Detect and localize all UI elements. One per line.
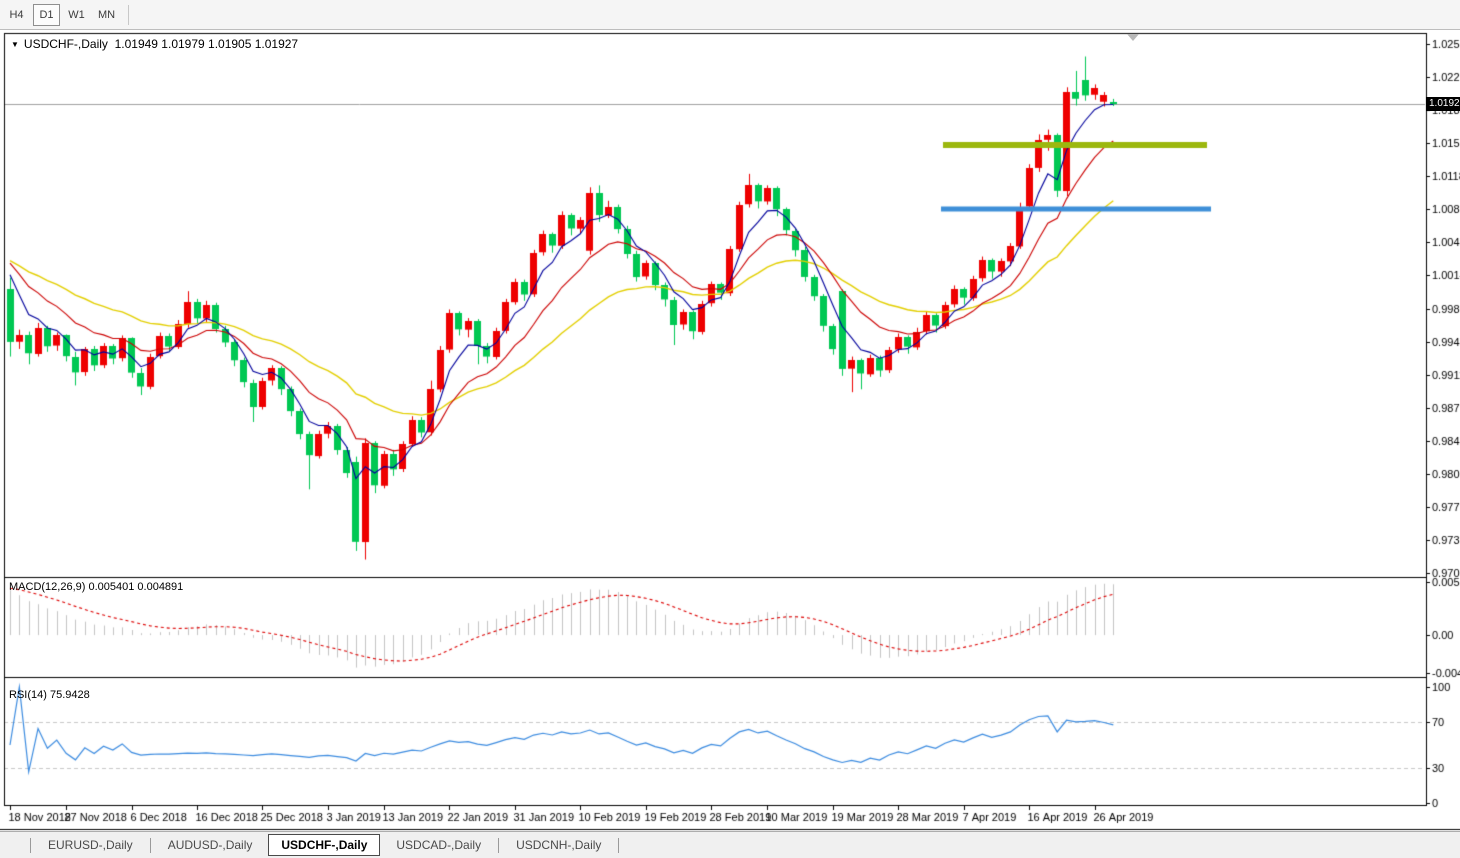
- tab-usdchf-daily[interactable]: USDCHF-,Daily: [268, 834, 380, 856]
- tab-usdcnh-daily[interactable]: USDCNH-,Daily: [504, 835, 613, 855]
- chart-shift-marker-icon[interactable]: [1127, 34, 1139, 41]
- symbol-tab-bar: EURUSD-,Daily AUDUSD-,Daily USDCHF-,Dail…: [0, 831, 1460, 858]
- chart-ohlc-values: 1.01949 1.01979 1.01905 1.01927: [115, 37, 299, 51]
- toolbar-separator: [128, 5, 129, 25]
- timeframe-button-h4[interactable]: H4: [3, 4, 30, 26]
- tab-audusd-daily[interactable]: AUDUSD-,Daily: [156, 835, 265, 855]
- macd-indicator-label: MACD(12,26,9) 0.005401 0.004891: [9, 581, 183, 593]
- tab-separator: [498, 838, 499, 853]
- timeframe-button-mn[interactable]: MN: [93, 4, 120, 26]
- tab-separator: [30, 838, 31, 853]
- current-price-badge: 1.01927: [1426, 97, 1460, 111]
- chart-window: H4 D1 W1 MN ▼ USDCHF-,Daily 1.01949 1.019…: [0, 0, 1460, 858]
- tab-eurusd-daily[interactable]: EURUSD-,Daily: [36, 835, 145, 855]
- tab-separator: [150, 838, 151, 853]
- timeframe-toolbar: H4 D1 W1 MN: [0, 0, 1460, 30]
- chart-menu-arrow-icon[interactable]: ▼: [11, 40, 19, 49]
- tab-separator: [618, 838, 619, 853]
- tab-usdcad-daily[interactable]: USDCAD-,Daily: [384, 835, 493, 855]
- timeframe-button-w1[interactable]: W1: [63, 4, 90, 26]
- price-chart-canvas[interactable]: [0, 0, 1460, 858]
- chart-symbol-label: USDCHF-,Daily: [24, 37, 108, 51]
- chart-title: ▼ USDCHF-,Daily 1.01949 1.01979 1.01905 1…: [11, 37, 298, 51]
- rsi-indicator-label: RSI(14) 75.9428: [9, 689, 90, 701]
- timeframe-button-d1[interactable]: D1: [33, 4, 60, 26]
